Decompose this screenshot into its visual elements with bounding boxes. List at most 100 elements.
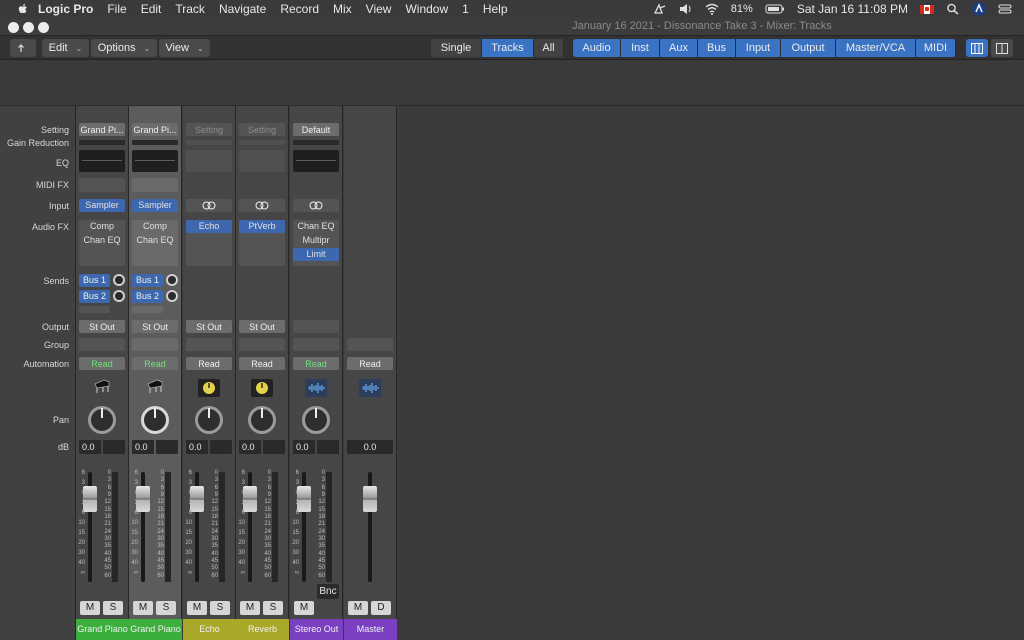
eq-display[interactable] <box>186 150 232 172</box>
group-slot[interactable] <box>186 338 232 351</box>
volume-db-readout[interactable]: 0.0 <box>347 440 393 454</box>
mute-button[interactable]: M <box>348 601 368 615</box>
input-slot[interactable] <box>293 199 339 212</box>
output-slot[interactable]: St Out <box>186 320 232 333</box>
filter-midi-button[interactable]: MIDI <box>916 39 956 57</box>
volume-fader-handle[interactable] <box>136 486 150 512</box>
send-slot-1[interactable]: Bus 1 <box>79 274 110 287</box>
waveform-icon[interactable] <box>305 379 327 397</box>
view-menu-button[interactable]: View ⌄ <box>159 39 210 57</box>
group-slot[interactable] <box>293 338 339 351</box>
menu-window[interactable]: Window <box>405 2 448 16</box>
filter-inst-button[interactable]: Inst <box>621 39 660 57</box>
send-slot-2[interactable]: Bus 2 <box>132 290 163 303</box>
send-level-knob-1[interactable] <box>113 274 125 286</box>
menu-clock[interactable]: Sat Jan 16 11:08 PM <box>797 2 908 16</box>
user-avatar-icon[interactable] <box>972 2 986 16</box>
send-slot-empty[interactable] <box>132 306 163 313</box>
pan-knob[interactable] <box>141 406 169 434</box>
wide-strips-button[interactable] <box>966 39 988 57</box>
midi-fx-slot[interactable] <box>132 178 178 192</box>
filter-aux-button[interactable]: Aux <box>660 39 698 57</box>
track-name-label[interactable]: Grand Piano <box>76 619 129 640</box>
group-slot[interactable] <box>239 338 285 351</box>
piano-icon[interactable] <box>91 377 113 395</box>
setting-button[interactable]: Setting <box>239 123 285 136</box>
volume-fader-handle[interactable] <box>190 486 204 512</box>
mode-all-button[interactable]: All <box>534 39 564 57</box>
audio-fx-slot-1[interactable]: Comp <box>79 220 125 233</box>
track-name-label[interactable]: Echo <box>183 619 236 640</box>
group-slot[interactable] <box>132 338 178 351</box>
track-name-label[interactable]: Master <box>344 619 397 640</box>
menu-view[interactable]: View <box>366 2 392 16</box>
input-slot[interactable] <box>186 199 232 212</box>
audio-fx-slot-1[interactable]: PtVerb <box>239 220 285 233</box>
knob-icon[interactable] <box>251 379 273 397</box>
bounce-button[interactable]: Bnc <box>317 584 339 599</box>
automation-mode[interactable]: Read <box>239 357 285 370</box>
options-menu-button[interactable]: Options ⌄ <box>91 39 157 57</box>
menu-help[interactable]: Help <box>483 2 508 16</box>
dim-button[interactable]: D <box>371 601 391 615</box>
audio-fx-slot-2[interactable]: Chan EQ <box>132 234 178 247</box>
filter-audio-button[interactable]: Audio <box>573 39 621 57</box>
back-button[interactable] <box>10 39 36 57</box>
volume-fader-handle[interactable] <box>297 486 311 512</box>
pan-knob[interactable] <box>248 406 276 434</box>
mute-button[interactable]: M <box>294 601 314 615</box>
menu-app-name[interactable]: Logic Pro <box>38 2 93 16</box>
filter-input-button[interactable]: Input <box>736 39 781 57</box>
mute-button[interactable]: M <box>80 601 100 615</box>
audio-fx-slot-1[interactable]: Echo <box>186 220 232 233</box>
edit-menu-button[interactable]: Edit ⌄ <box>42 39 89 57</box>
menu-track[interactable]: Track <box>175 2 205 16</box>
menu-record[interactable]: Record <box>280 2 319 16</box>
track-name-label[interactable]: Stereo Out <box>290 619 343 640</box>
automation-mode[interactable]: Read <box>132 357 178 370</box>
volume-fader-handle[interactable] <box>363 486 377 512</box>
output-slot[interactable]: St Out <box>79 320 125 333</box>
menu-file[interactable]: File <box>107 2 126 16</box>
audio-fx-slot-3[interactable]: Limit <box>293 248 339 261</box>
solo-button[interactable]: S <box>263 601 283 615</box>
eq-display[interactable] <box>132 150 178 172</box>
battery-icon[interactable] <box>765 3 785 15</box>
send-slot-2[interactable]: Bus 2 <box>79 290 110 303</box>
automation-mode[interactable]: Read <box>293 357 339 370</box>
output-slot[interactable]: St Out <box>239 320 285 333</box>
menu-1[interactable]: 1 <box>462 2 469 16</box>
wifi-icon[interactable] <box>705 3 719 15</box>
volume-db-readout[interactable]: 0.0 <box>132 440 154 454</box>
apple-icon[interactable] <box>16 2 30 16</box>
volume-fader-handle[interactable] <box>243 486 257 512</box>
eq-display[interactable] <box>239 150 285 172</box>
setting-button[interactable]: Setting <box>186 123 232 136</box>
automation-mode[interactable]: Read <box>79 357 125 370</box>
setting-button[interactable]: Grand Pi... <box>79 123 125 136</box>
speaker-status-icon[interactable] <box>679 3 693 15</box>
volume-db-readout[interactable]: 0.0 <box>186 440 208 454</box>
volume-db-readout[interactable]: 0.0 <box>239 440 261 454</box>
solo-button[interactable]: S <box>210 601 230 615</box>
solo-button[interactable]: S <box>103 601 123 615</box>
volume-db-readout[interactable]: 0.0 <box>293 440 315 454</box>
send-level-knob-1[interactable] <box>166 274 178 286</box>
filter-output-button[interactable]: Output <box>781 39 836 57</box>
midi-fx-slot[interactable] <box>79 178 125 192</box>
waveform-icon[interactable] <box>359 379 381 397</box>
mode-tracks-button[interactable]: Tracks <box>482 39 534 57</box>
audio-fx-slot-1[interactable]: Chan EQ <box>293 220 339 233</box>
audio-fx-slot-2[interactable]: Multipr <box>293 234 339 247</box>
control-center-icon[interactable] <box>998 3 1012 15</box>
automation-mode[interactable]: Read <box>186 357 232 370</box>
input-slot[interactable]: Sampler <box>132 199 178 212</box>
mute-button[interactable]: M <box>240 601 260 615</box>
metronome-status-icon[interactable] <box>653 3 667 15</box>
send-slot-empty[interactable] <box>79 306 110 313</box>
setting-button[interactable]: Grand Pi... <box>132 123 178 136</box>
send-level-knob-2[interactable] <box>166 290 178 302</box>
solo-button[interactable]: S <box>156 601 176 615</box>
menu-mix[interactable]: Mix <box>333 2 352 16</box>
output-slot[interactable]: St Out <box>132 320 178 333</box>
